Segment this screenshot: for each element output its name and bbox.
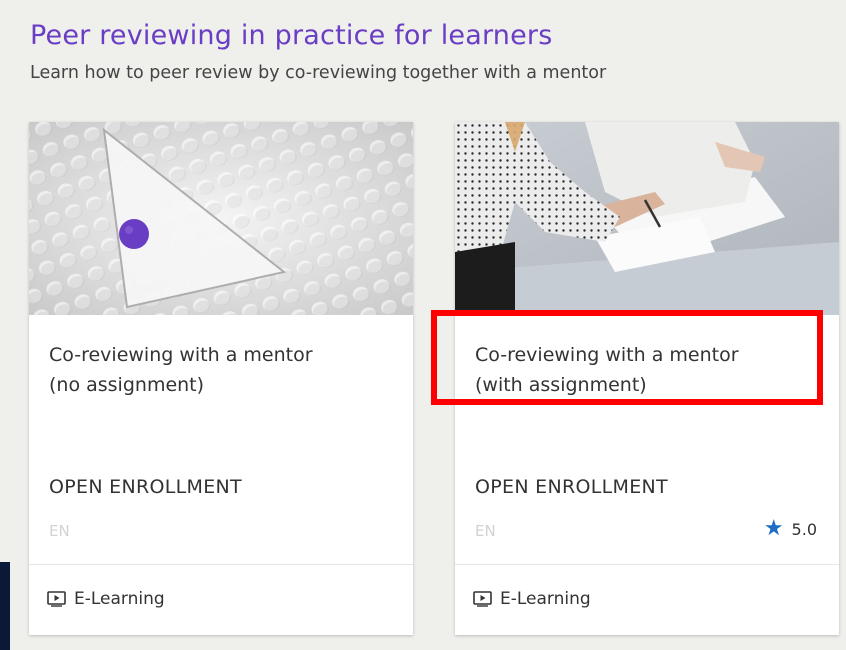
course-image	[455, 122, 839, 315]
course-card-no-assignment[interactable]: Co-reviewing with a mentor (no assignmen…	[29, 122, 413, 635]
course-image	[29, 122, 413, 315]
course-format-label: E-Learning	[500, 589, 591, 609]
section-title: Peer reviewing in practice for learners	[30, 20, 553, 51]
course-title[interactable]: Co-reviewing with a mentor (no assignmen…	[49, 340, 389, 400]
course-format: E-Learning	[473, 589, 591, 609]
play-screen-icon	[47, 591, 66, 607]
course-title-line1: Co-reviewing with a mentor	[49, 344, 313, 366]
enrollment-status: OPEN ENROLLMENT	[475, 476, 668, 498]
sidebar-edge	[0, 562, 10, 650]
highlight-box	[431, 310, 823, 405]
rating-value: 5.0	[791, 519, 817, 539]
course-rating: ★ 5.0	[764, 518, 817, 540]
section-subtitle: Learn how to peer review by co-reviewing…	[30, 63, 607, 83]
card-divider	[455, 564, 839, 565]
star-icon: ★	[763, 516, 784, 541]
language-label: EN	[49, 522, 70, 540]
course-format: E-Learning	[47, 589, 165, 609]
language-label: EN	[475, 522, 496, 540]
enrollment-status: OPEN ENROLLMENT	[49, 476, 242, 498]
course-title-line2: (no assignment)	[49, 374, 205, 396]
card-divider	[29, 564, 413, 565]
course-format-label: E-Learning	[74, 589, 165, 609]
play-screen-icon	[473, 591, 492, 607]
